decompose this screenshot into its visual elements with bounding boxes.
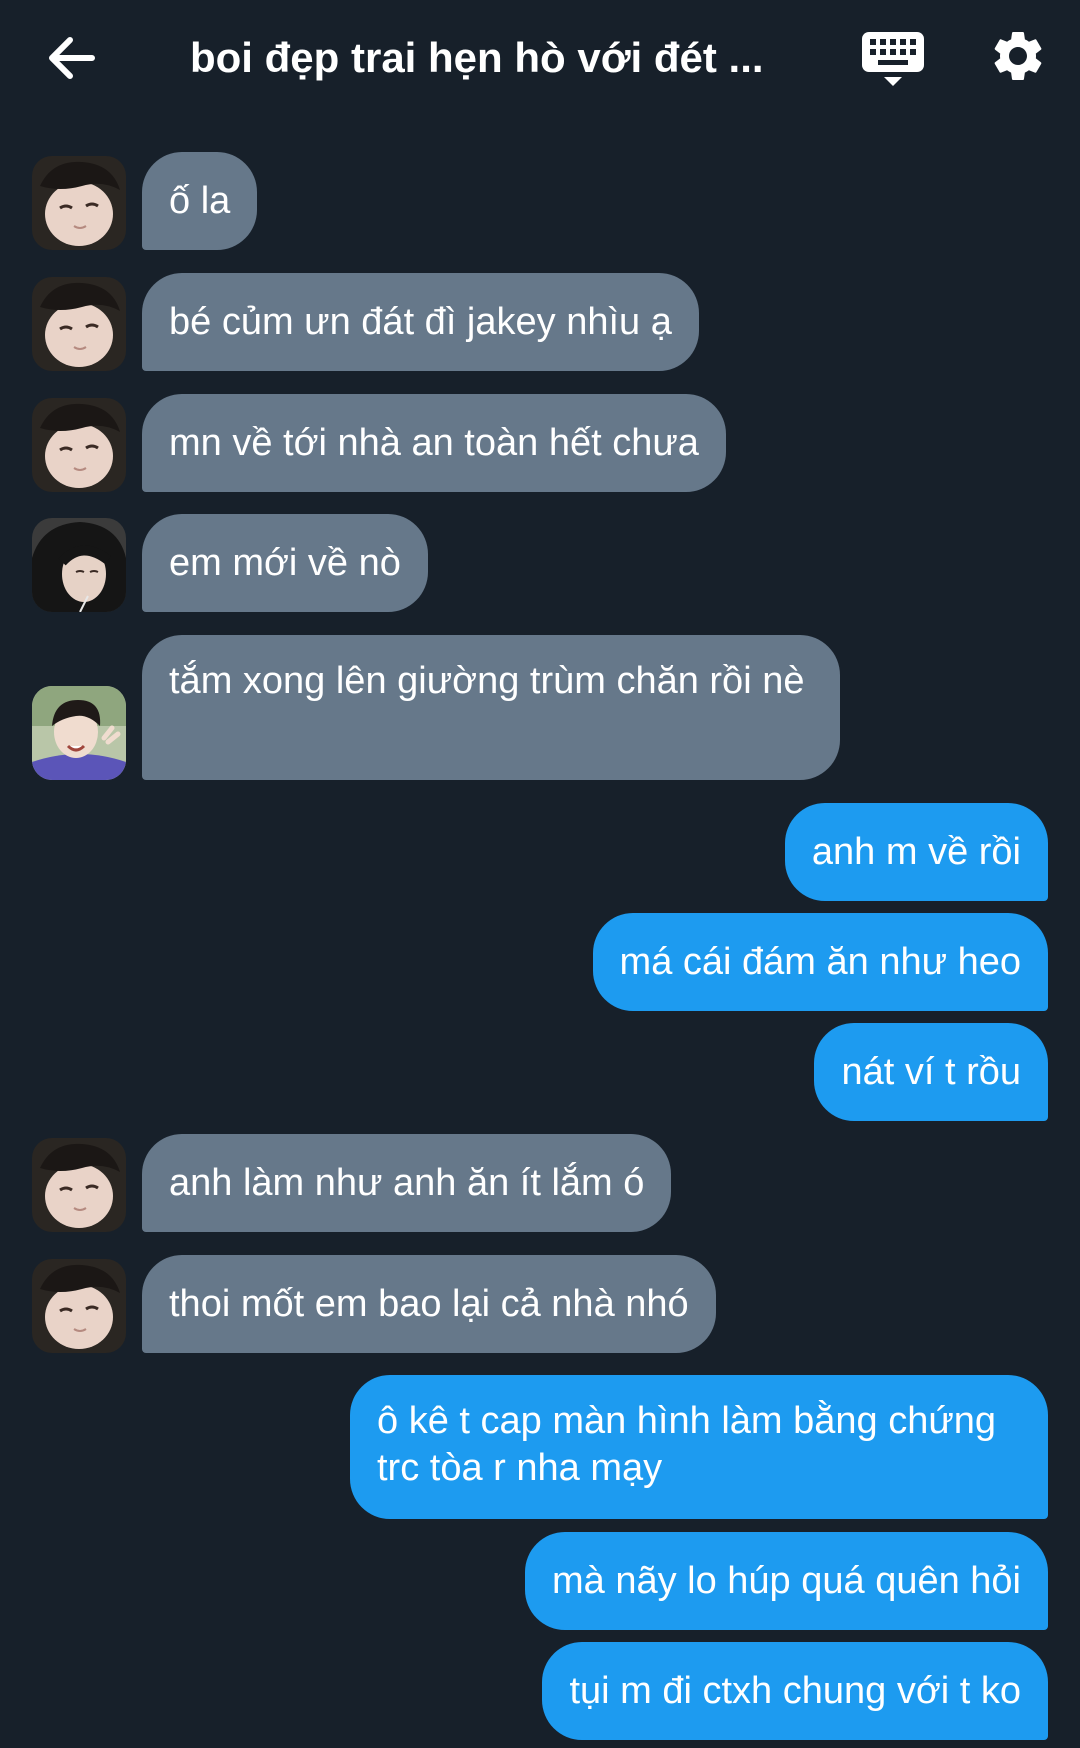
message-bubble-outgoing[interactable]: mà nãy lo húp quá quên hỏi (524, 1532, 1048, 1630)
message-text: mn về tới nhà an toàn hết chưa (169, 421, 699, 464)
chat-header: boi đẹp trai hẹn hò với đét ... (0, 0, 1080, 115)
message-bubble-outgoing[interactable]: ô kê t cap màn hình làm bằng chứng trc t… (350, 1375, 1048, 1519)
message-text: tắm xong lên giường trùm chăn rồi nè (169, 660, 805, 702)
message-bubble-incoming[interactable]: thoi mốt em bao lại cả nhà nhó (142, 1255, 716, 1353)
message-bubble-incoming[interactable]: em mới về nò (142, 514, 428, 612)
keyboard-icon (862, 32, 924, 86)
avatar-photo (32, 398, 126, 492)
message-text: ố la (169, 179, 231, 222)
avatar-photo (32, 1138, 126, 1232)
message-bubble-outgoing[interactable]: má cái đám ăn như heo (592, 913, 1048, 1011)
avatar-photo (32, 156, 126, 250)
message-text: mà nãy lo húp quá quên hỏi (551, 1559, 1021, 1602)
avatar-photo (32, 518, 126, 612)
avatar[interactable] (32, 1259, 126, 1353)
avatar-photo (32, 1259, 126, 1353)
message-bubble-incoming[interactable]: mn về tới nhà an toàn hết chưa (142, 394, 726, 492)
message-bubble-incoming[interactable]: tắm xong lên giường trùm chăn rồi nè (142, 635, 840, 780)
arrow-left-icon (49, 37, 95, 79)
avatar[interactable] (32, 156, 126, 250)
message-bubble-incoming[interactable]: ố la (142, 152, 258, 250)
message-bubble-outgoing[interactable]: nát ví t rồu (814, 1023, 1048, 1121)
message-bubble-outgoing[interactable]: anh m về rồi (784, 803, 1048, 901)
message-text: ô kê t cap màn hình làm bằng chứng trc t… (377, 1400, 997, 1489)
avatar-photo (32, 686, 126, 780)
gear-icon (994, 31, 1042, 80)
message-text: má cái đám ăn như heo (619, 940, 1021, 983)
chat-title[interactable]: boi đẹp trai hẹn hò với đét ... (190, 28, 780, 88)
message-text: anh làm như anh ăn ít lắm ó (169, 1161, 645, 1204)
message-text: bé củm ưn đát đì jakey nhìu ạ (169, 300, 672, 343)
avatar[interactable] (32, 1138, 126, 1232)
settings-button[interactable] (988, 26, 1048, 86)
keyboard-button[interactable] (860, 28, 926, 90)
message-bubble-incoming[interactable]: bé củm ưn đát đì jakey nhìu ạ (142, 273, 699, 371)
avatar[interactable] (32, 686, 126, 780)
avatar[interactable] (32, 518, 126, 612)
avatar[interactable] (32, 277, 126, 371)
message-bubble-outgoing[interactable]: tụi m đi ctxh chung với t ko (542, 1642, 1048, 1740)
message-text: anh m về rồi (811, 830, 1021, 873)
message-text: tụi m đi ctxh chung với t ko (569, 1669, 1021, 1712)
back-button[interactable] (42, 28, 102, 88)
message-text: thoi mốt em bao lại cả nhà nhó (169, 1282, 689, 1325)
message-text: em mới về nò (169, 541, 401, 584)
avatar-photo (32, 277, 126, 371)
avatar[interactable] (32, 398, 126, 492)
message-bubble-incoming[interactable]: anh làm như anh ăn ít lắm ó (142, 1134, 672, 1232)
message-text: nát ví t rồu (841, 1050, 1021, 1093)
